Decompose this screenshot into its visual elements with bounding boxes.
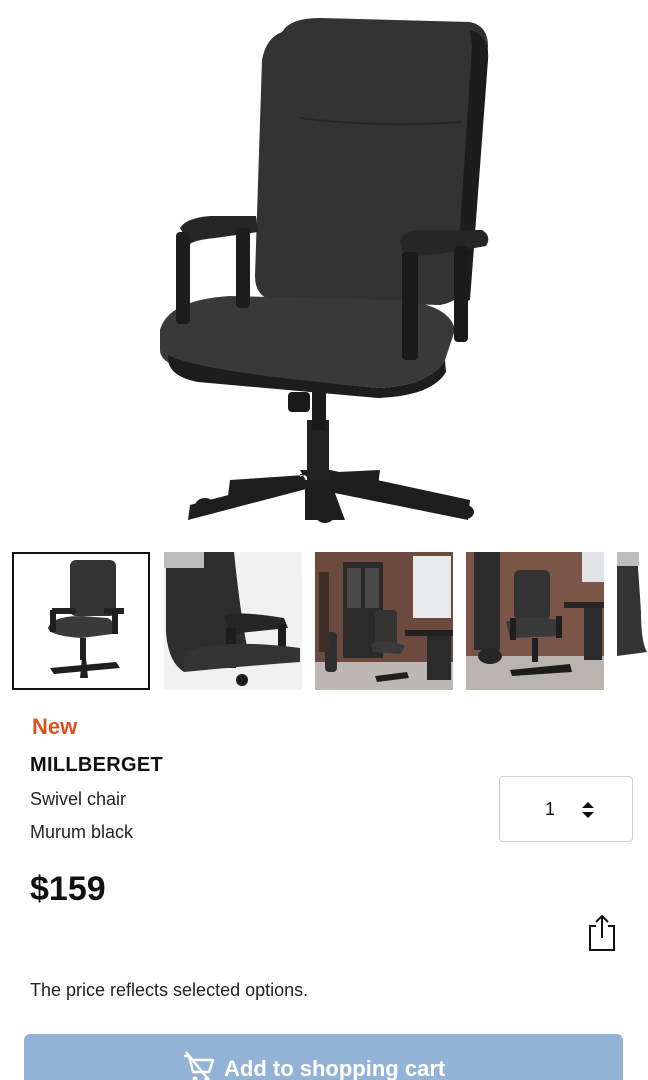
thumbnail-3[interactable] xyxy=(315,552,453,690)
add-to-cart-button[interactable]: Add to shopping cart xyxy=(24,1034,623,1080)
add-to-cart-label: Add to shopping cart xyxy=(224,1056,446,1080)
product-main-image[interactable] xyxy=(0,0,648,540)
thumbnail-chair-side xyxy=(617,552,648,690)
share-button[interactable] xyxy=(584,912,620,954)
quantity-selector[interactable]: 1 xyxy=(499,776,633,842)
thumbnail-5[interactable] xyxy=(617,552,648,690)
new-badge: New xyxy=(32,714,78,739)
thumbnail-chair-front xyxy=(48,560,124,678)
sort-arrows-icon xyxy=(582,802,594,818)
chair-illustration xyxy=(160,18,489,523)
share-icon xyxy=(589,914,615,951)
product-type: Swivel chair xyxy=(30,789,127,809)
thumbnail-room-scene xyxy=(315,552,453,690)
product-color-name: Murum black xyxy=(30,822,134,842)
cart-disabled-icon xyxy=(184,1051,215,1080)
thumbnail-strip xyxy=(12,552,648,692)
product-price: $159 xyxy=(30,870,106,908)
product-name[interactable]: MILLBERGET xyxy=(30,754,163,777)
price-note: The price reflects selected options. xyxy=(30,980,309,1000)
thumbnail-room-closeup xyxy=(466,552,604,690)
thumbnail-4[interactable] xyxy=(466,552,604,690)
thumbnail-2[interactable] xyxy=(164,552,302,690)
product-page: New MILLBERGET Swivel chair Murum black … xyxy=(0,0,648,1080)
thumbnail-1[interactable] xyxy=(12,552,150,690)
thumbnail-chair-detail xyxy=(164,552,302,690)
